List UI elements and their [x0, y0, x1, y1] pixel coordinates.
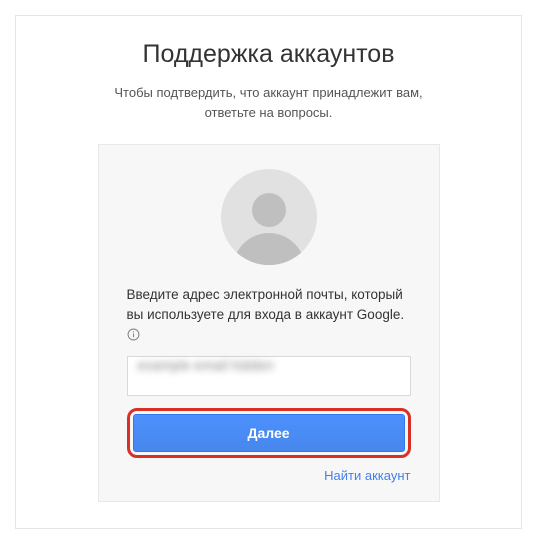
account-support-panel: Поддержка аккаунтов Чтобы подтвердить, ч… [15, 15, 522, 529]
next-button-highlight: Далее [127, 408, 411, 458]
page-subtitle: Чтобы подтвердить, что аккаунт принадлеж… [89, 83, 449, 122]
instruction-text: Введите адрес электронной почты, который… [127, 285, 411, 344]
email-value: example email hidden [138, 357, 274, 373]
find-account-link[interactable]: Найти аккаунт [324, 468, 410, 483]
next-button[interactable]: Далее [133, 414, 405, 452]
avatar-placeholder-icon [221, 169, 317, 265]
page-title: Поддержка аккаунтов [143, 40, 395, 69]
info-icon[interactable] [127, 328, 140, 341]
instruction-label: Введите адрес электронной почты, который… [127, 287, 405, 322]
email-field[interactable]: example email hidden [127, 356, 411, 396]
signin-card: Введите адрес электронной почты, который… [98, 144, 440, 502]
